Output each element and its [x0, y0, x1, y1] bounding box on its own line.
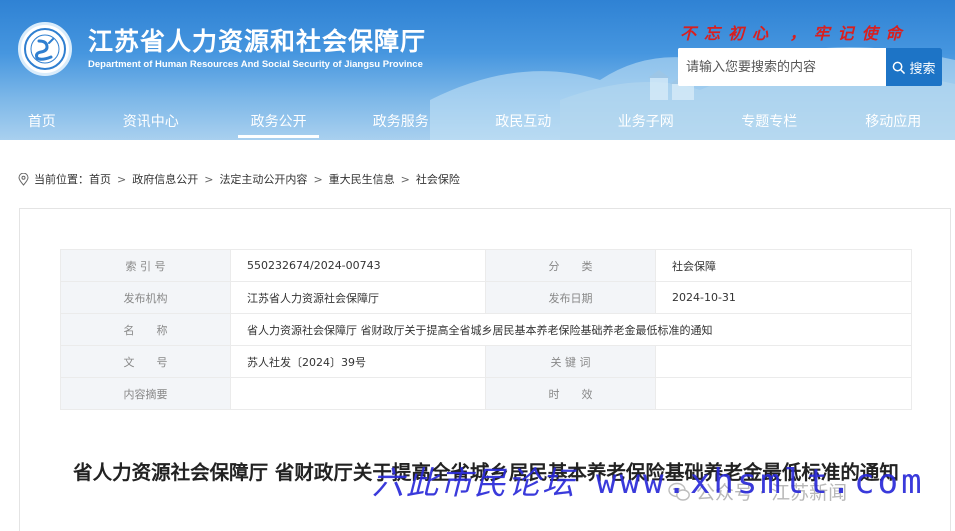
- nav-item-interaction[interactable]: 政民互动: [462, 102, 585, 140]
- doc-name-label: 名 称: [60, 313, 231, 346]
- validity-label: 时 效: [485, 377, 656, 410]
- breadcrumb-prefix: 当前位置：: [34, 173, 89, 186]
- index-number-label: 索 引 号: [60, 249, 231, 282]
- main-nav: 首页 资讯中心 政务公开 政务服务 政民互动 业务子网 专题专栏 移动应用: [0, 102, 955, 140]
- nav-item-services[interactable]: 政务服务: [339, 102, 462, 140]
- breadcrumb-social-insurance[interactable]: 社会保险: [416, 171, 460, 187]
- search-button[interactable]: 搜索: [886, 48, 942, 86]
- meta-row: 名 称 省人力资源社会保障厅 省财政厅关于提高全省城乡居民基本养老保险基础养老金…: [60, 313, 912, 346]
- location-pin-icon: [18, 172, 29, 186]
- breadcrumb: 当前位置： 首页 > 政府信息公开 > 法定主动公开内容 > 重大民生信息 > …: [18, 170, 460, 188]
- index-number-value: 550232674/2024-00743: [230, 249, 486, 282]
- category-label: 分 类: [485, 249, 656, 282]
- nav-item-label: 首页: [27, 114, 56, 130]
- nav-item-label: 政务公开: [250, 114, 307, 130]
- site-title: 江苏省人力资源和社会保障厅: [88, 27, 427, 56]
- meta-row: 发布机构 江苏省人力资源社会保障厅 发布日期 2024-10-31: [60, 281, 912, 314]
- meta-row: 文 号 苏人社发〔2024〕39号 关 键 词: [60, 345, 912, 378]
- nav-item-label: 专题专栏: [741, 114, 798, 130]
- nav-item-special-topics[interactable]: 专题专栏: [707, 102, 831, 140]
- nav-item-mobile-apps[interactable]: 移动应用: [832, 102, 955, 140]
- validity-value: [655, 377, 912, 410]
- nav-item-business-subnet[interactable]: 业务子网: [585, 102, 708, 140]
- breadcrumb-separator: >: [313, 172, 323, 186]
- nav-item-label: 资讯中心: [122, 114, 179, 130]
- breadcrumb-separator: >: [117, 172, 127, 186]
- publish-date-label: 发布日期: [485, 281, 656, 314]
- keywords-label: 关 键 词: [485, 345, 656, 378]
- doc-number-label: 文 号: [60, 345, 231, 378]
- breadcrumb-separator: >: [204, 172, 214, 186]
- breadcrumb-separator: >: [400, 172, 410, 186]
- search-input[interactable]: [678, 48, 886, 86]
- slogan: 不忘初心 ，牢记使命: [680, 24, 910, 43]
- nav-item-label: 政务服务: [372, 114, 429, 130]
- search-icon: [893, 61, 906, 74]
- search-button-label: 搜索: [909, 61, 936, 77]
- publish-date-value: 2024-10-31: [655, 281, 912, 314]
- breadcrumb-gov-info[interactable]: 政府信息公开: [132, 171, 198, 187]
- emblem-icon: [24, 28, 66, 70]
- search-box: 搜索: [678, 48, 942, 86]
- doc-name-value: 省人力资源社会保障厅 省财政厅关于提高全省城乡居民基本养老保险基础养老金最低标准…: [230, 313, 912, 346]
- nav-item-label: 政民互动: [495, 114, 552, 130]
- article-card: 索 引 号 550232674/2024-00743 分 类 社会保障 发布机构…: [19, 208, 951, 531]
- site-subtitle: Department of Human Resources And Social…: [88, 59, 423, 70]
- breadcrumb-home[interactable]: 首页: [89, 171, 111, 187]
- keywords-value: [655, 345, 912, 378]
- category-value: 社会保障: [655, 249, 912, 282]
- nav-item-news[interactable]: 资讯中心: [84, 102, 218, 140]
- nav-item-label: 业务子网: [617, 114, 674, 130]
- publisher-label: 发布机构: [60, 281, 231, 314]
- breadcrumb-livelihood-info[interactable]: 重大民生信息: [329, 171, 395, 187]
- summary-label: 内容摘要: [60, 377, 231, 410]
- nav-item-label: 移动应用: [865, 114, 922, 130]
- summary-value: [230, 377, 486, 410]
- nav-item-open-government[interactable]: 政务公开: [237, 102, 320, 140]
- nav-item-home[interactable]: 首页: [0, 102, 84, 140]
- document-meta-table: 索 引 号 550232674/2024-00743 分 类 社会保障 发布机构…: [60, 249, 912, 410]
- publisher-value: 江苏省人力资源社会保障厅: [230, 281, 486, 314]
- breadcrumb-statutory-content[interactable]: 法定主动公开内容: [219, 171, 307, 187]
- site-header: 江苏省人力资源和社会保障厅 Department of Human Resour…: [0, 0, 955, 140]
- article-title: 省人力资源社会保障厅 省财政厅关于提高全省城乡居民基本养老保险基础养老金最低标准…: [73, 461, 899, 484]
- meta-row: 内容摘要 时 效: [60, 377, 912, 410]
- doc-number-value: 苏人社发〔2024〕39号: [230, 345, 486, 378]
- department-logo[interactable]: [18, 22, 72, 76]
- meta-row: 索 引 号 550232674/2024-00743 分 类 社会保障: [60, 249, 912, 282]
